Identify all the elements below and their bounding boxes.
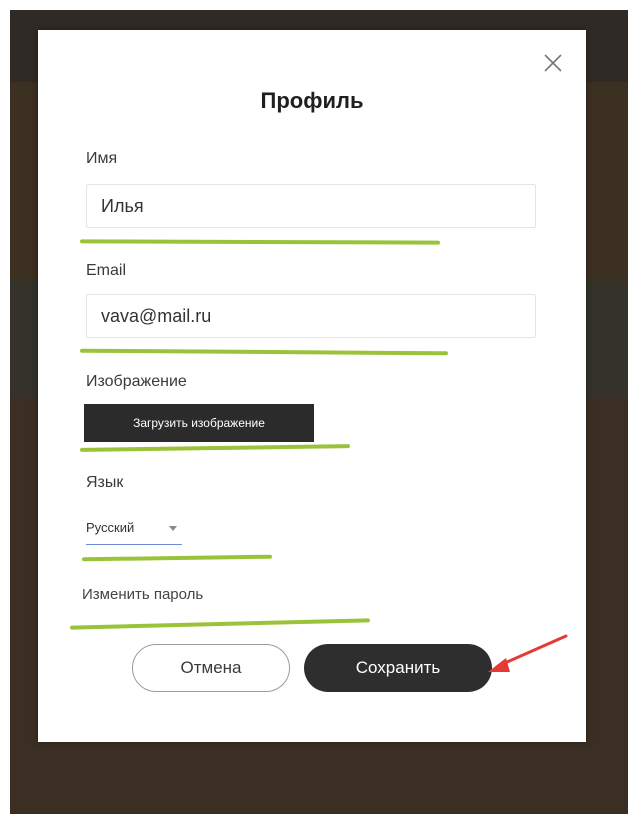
highlight-underline — [81, 554, 273, 562]
highlight-underline — [79, 239, 441, 245]
close-button[interactable] — [542, 52, 564, 74]
profile-modal: Профиль Имя Email Изображение Загрузить … — [38, 30, 586, 742]
change-password-link[interactable]: Изменить пароль — [82, 586, 203, 603]
name-field[interactable] — [86, 184, 536, 228]
name-label: Имя — [86, 150, 118, 167]
language-select[interactable]: Русский — [86, 514, 182, 545]
chevron-down-icon — [169, 526, 177, 531]
highlight-underline — [69, 618, 371, 630]
email-field[interactable] — [86, 294, 536, 338]
language-label: Язык — [86, 474, 124, 491]
save-button[interactable]: Сохранить — [304, 644, 492, 692]
email-label: Email — [86, 262, 127, 279]
modal-title: Профиль — [260, 88, 364, 113]
language-value: Русский — [86, 520, 135, 535]
upload-image-button[interactable]: Загрузить изображение — [84, 404, 314, 442]
close-icon — [544, 54, 562, 72]
cancel-button[interactable]: Отмена — [132, 644, 290, 692]
red-arrow-icon — [488, 634, 568, 672]
image-label: Изображение — [86, 373, 187, 390]
highlight-underline — [79, 348, 449, 356]
highlight-underline — [79, 444, 351, 452]
